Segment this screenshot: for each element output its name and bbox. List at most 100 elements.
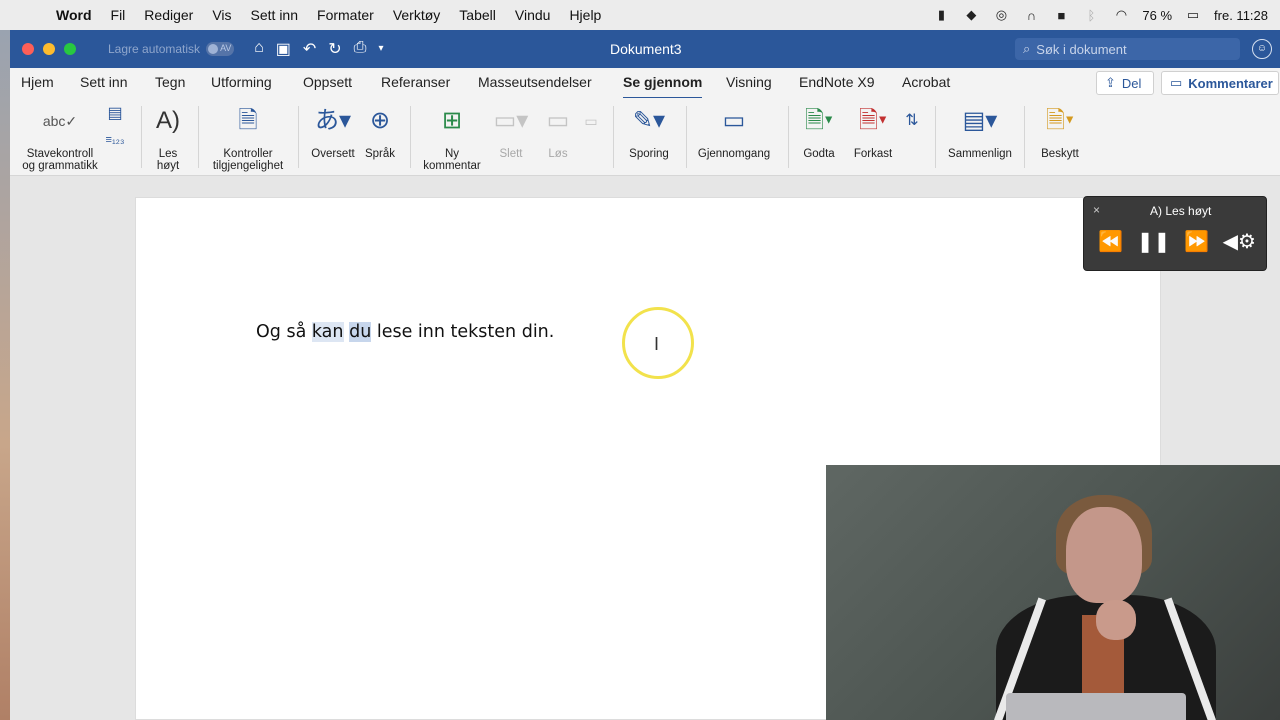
- feedback-smiley-icon[interactable]: ☺: [1252, 39, 1272, 59]
- tab-acrobat[interactable]: Acrobat: [902, 74, 950, 90]
- document-paragraph[interactable]: Og så kan du lese inn teksten din.: [256, 322, 554, 342]
- text-cursor-icon: I: [654, 334, 660, 354]
- resolve-comment-button[interactable]: ▭ Løs: [540, 102, 576, 161]
- translate-button[interactable]: あ▾ Oversett: [308, 102, 358, 161]
- comment-icon: ▭: [1170, 75, 1183, 90]
- tab-visning[interactable]: Visning: [726, 74, 772, 90]
- tab-masseutsendelser[interactable]: Masseutsendelser: [478, 74, 592, 90]
- battery-icon[interactable]: ▭: [1184, 7, 1202, 22]
- document-title: Dokument3: [610, 41, 682, 57]
- desktop-background: [0, 30, 10, 720]
- bluetooth-icon[interactable]: ᛒ: [1082, 8, 1100, 23]
- new-comment-button[interactable]: ⊞ Ny kommentar: [420, 102, 484, 173]
- menu-vis[interactable]: Vis: [212, 7, 231, 23]
- share-icon: ⇪: [1105, 75, 1116, 90]
- compare-button[interactable]: ▤▾ Sammenlign: [944, 102, 1016, 161]
- tab-hjem[interactable]: Hjem: [21, 74, 54, 90]
- customize-toolbar-icon[interactable]: ▾: [378, 39, 383, 59]
- search-icon: ⌕: [1023, 41, 1031, 56]
- accept-button[interactable]: 🗎▾ Godta: [796, 102, 842, 161]
- menu-word[interactable]: Word: [56, 7, 92, 23]
- resolve-comment-icon: ▭: [546, 107, 570, 134]
- check-accessibility-button[interactable]: 🗎 Kontroller tilgjengelighet: [206, 102, 290, 173]
- tab-endnote[interactable]: EndNote X9: [799, 74, 875, 90]
- close-window-button[interactable]: [22, 43, 34, 55]
- thesaurus-icon: ▤: [107, 105, 123, 122]
- tab-oppsett[interactable]: Oppsett: [303, 74, 352, 90]
- read-aloud-small-icon: A): [1150, 204, 1162, 218]
- read-aloud-title: A) Les høyt: [1150, 204, 1212, 218]
- ribbon-tabs: Hjem Sett inn Tegn Utforming Oppsett Ref…: [10, 68, 1280, 100]
- menu-hjelp[interactable]: Hjelp: [569, 7, 601, 23]
- tab-tegn[interactable]: Tegn: [155, 74, 185, 90]
- menu-vindu[interactable]: Vindu: [515, 7, 551, 23]
- tracking-button[interactable]: ✎▾ Sporing: [622, 102, 676, 161]
- minimize-window-button[interactable]: [43, 43, 55, 55]
- laptop: [1006, 693, 1186, 720]
- battery-percentage: 76 %: [1142, 7, 1173, 23]
- autosave-toggle[interactable]: AV: [206, 42, 235, 56]
- tab-utforming[interactable]: Utforming: [211, 74, 272, 90]
- pause-icon[interactable]: ❚❚: [1137, 229, 1171, 254]
- person-face: [1066, 507, 1142, 603]
- read-aloud-close-button[interactable]: ×: [1093, 203, 1100, 217]
- menu-fil[interactable]: Fil: [111, 7, 126, 23]
- share-button[interactable]: ⇪ Del: [1096, 71, 1154, 95]
- comments-button[interactable]: ▭ Kommentarer: [1161, 71, 1279, 95]
- read-aloud-highlight: kan: [311, 322, 344, 342]
- new-comment-icon: ⊞: [441, 107, 463, 134]
- window-title-bar: Lagre automatisk AV ⌂ ▣ ↶ ↻ ⎙ ▾ Dokument…: [10, 30, 1280, 68]
- voice-settings-icon[interactable]: ◀⚙: [1223, 229, 1256, 254]
- menu-sett-inn[interactable]: Sett inn: [251, 7, 298, 23]
- undo-icon[interactable]: ↶: [303, 39, 316, 59]
- home-icon[interactable]: ⌂: [254, 39, 264, 59]
- delete-comment-button[interactable]: ▭▾ Slett: [488, 102, 534, 161]
- reject-change-icon: 🗎▾: [858, 107, 888, 134]
- word-count-icon: ≡₁₂₃: [105, 134, 125, 146]
- word-count-button[interactable]: ▤ ≡₁₂₃: [104, 102, 126, 147]
- teams-icon[interactable]: ■: [1052, 8, 1070, 23]
- track-changes-icon: ✎▾: [632, 107, 666, 134]
- wifi-icon[interactable]: ◠: [1112, 7, 1130, 22]
- zoom-window-button[interactable]: [64, 43, 76, 55]
- print-icon[interactable]: ⎙: [354, 39, 367, 59]
- menu-rediger[interactable]: Rediger: [144, 7, 193, 23]
- translate-icon: あ▾: [314, 107, 352, 134]
- previous-comment-button[interactable]: ▭: [580, 102, 602, 148]
- fast-forward-icon[interactable]: ⏩: [1184, 229, 1209, 254]
- spelling-grammar-button[interactable]: abc✓ Stavekontroll og grammatikk: [20, 102, 100, 172]
- language-button[interactable]: ⊕ Språk: [362, 102, 398, 161]
- reject-button[interactable]: 🗎▾ Forkast: [848, 102, 898, 161]
- tab-referanser[interactable]: Referanser: [381, 74, 450, 90]
- headphones-icon[interactable]: ∩: [1022, 8, 1040, 23]
- menu-formater[interactable]: Formater: [317, 7, 374, 23]
- dropbox-icon[interactable]: ◆: [962, 7, 980, 22]
- creative-cloud-icon[interactable]: ◎: [992, 7, 1010, 22]
- menu-verktoy[interactable]: Verktøy: [393, 7, 440, 23]
- ribbon-toolbar: abc✓ Stavekontroll og grammatikk ▤ ≡₁₂₃ …: [10, 98, 1280, 176]
- language-icon: ⊕: [369, 107, 391, 134]
- protect-lock-icon: 🗎▾: [1045, 107, 1075, 134]
- status-chart-icon[interactable]: ▮: [932, 7, 950, 22]
- rewind-icon[interactable]: ⏪: [1098, 229, 1123, 254]
- accept-change-icon: 🗎▾: [804, 107, 834, 134]
- delete-comment-icon: ▭▾: [493, 107, 529, 134]
- redo-icon[interactable]: ↻: [328, 39, 341, 59]
- save-icon[interactable]: ▣: [276, 39, 291, 59]
- tab-sett-inn[interactable]: Sett inn: [80, 74, 127, 90]
- next-change-button[interactable]: ⇅: [902, 102, 922, 148]
- read-aloud-icon: A): [156, 107, 180, 134]
- protect-button[interactable]: 🗎▾ Beskytt: [1034, 102, 1086, 161]
- review-pane-icon: ▭: [722, 107, 746, 134]
- autosave-label: Lagre automatisk: [108, 42, 201, 56]
- menubar-clock[interactable]: fre. 11:28: [1214, 8, 1268, 23]
- accessibility-icon: 🗎: [238, 107, 258, 134]
- current-word-highlight: du: [349, 322, 372, 342]
- webcam-overlay: [826, 465, 1280, 720]
- tab-se-gjennom[interactable]: Se gjennom: [623, 74, 703, 100]
- read-aloud-button[interactable]: A) Les høyt: [148, 102, 188, 173]
- review-button[interactable]: ▭ Gjennomgang: [696, 102, 772, 161]
- menu-tabell[interactable]: Tabell: [459, 7, 496, 23]
- macos-menu-bar: Word Fil Rediger Vis Sett inn Formater V…: [0, 0, 1280, 30]
- search-document-field[interactable]: ⌕ Søk i dokument: [1015, 38, 1240, 60]
